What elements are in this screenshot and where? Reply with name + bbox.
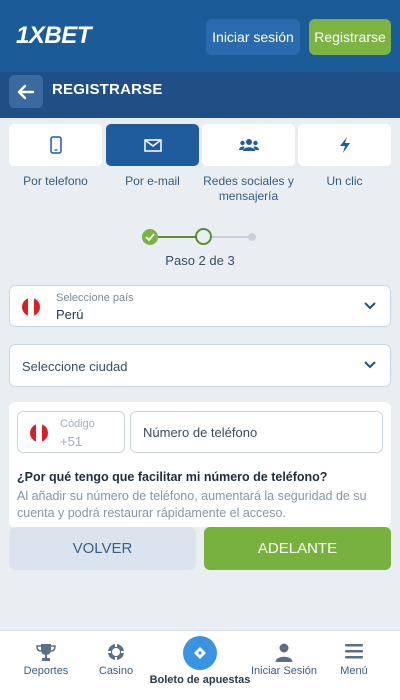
peru-flag-icon [22, 298, 40, 316]
register-button[interactable]: Registrarse [309, 19, 391, 55]
back-button[interactable] [9, 75, 43, 108]
bet-slip-button[interactable] [183, 636, 217, 670]
phone-why-text: Al añadir su número de teléfono, aumenta… [17, 489, 367, 520]
menu-icon [345, 644, 363, 659]
country-code-field[interactable]: Código +51 [17, 411, 125, 453]
step-1-complete [142, 229, 158, 245]
city-select[interactable]: Seleccione ciudad [9, 344, 391, 387]
tab-label-one-click[interactable]: Un clic [298, 174, 391, 189]
phone-why-title: ¿Por qué tengo que facilitar mi número d… [17, 470, 328, 484]
stepper-line-pending [212, 236, 250, 238]
logo[interactable]: 1XBET [16, 22, 91, 50]
page-title-bar: REGISTRARSE [0, 72, 400, 118]
chevron-down-icon [364, 302, 376, 310]
step-2-current [195, 228, 212, 245]
phone-number-field[interactable]: Número de teléfono [130, 411, 383, 453]
country-select[interactable]: Seleccione país Perú [9, 285, 391, 327]
page-title: REGISTRARSE [52, 81, 163, 98]
tab-email[interactable] [106, 124, 199, 166]
nav-item-menu[interactable]: Menú [322, 631, 386, 700]
login-button[interactable]: Iniciar sesión [206, 19, 300, 55]
tab-phone[interactable] [9, 124, 102, 166]
phone-card: Código +51 Número de teléfono ¿Por qué t… [9, 402, 391, 527]
nav-label-sports: Deportes [23, 665, 69, 677]
nav-label-bet-slip: Boleto de apuestas [149, 674, 251, 686]
country-select-label: Seleccione país [56, 292, 134, 304]
back-step-button[interactable]: VOLVER [9, 527, 196, 570]
city-select-placeholder: Seleccione ciudad [22, 359, 128, 374]
stepper-line-done [158, 236, 196, 238]
phone-number-placeholder: Número de teléfono [143, 425, 258, 440]
country-select-value: Perú [56, 307, 84, 322]
nav-label-menu: Menú [340, 665, 368, 677]
user-icon [275, 643, 293, 662]
nav-label-login: Iniciar Sesión [250, 665, 318, 677]
ticket-icon [194, 647, 206, 659]
nav-item-sports[interactable]: Deportes [4, 631, 88, 700]
next-step-button[interactable]: ADELANTE [204, 527, 391, 570]
chevron-down-icon [364, 361, 376, 369]
peru-flag-icon [30, 424, 48, 442]
lightning-icon [339, 137, 350, 153]
nav-item-login[interactable]: Iniciar Sesión [248, 631, 320, 700]
users-icon [238, 139, 259, 151]
phone-icon [49, 136, 62, 154]
step-3-pending [248, 233, 256, 241]
nav-item-casino[interactable]: Casino [78, 631, 154, 700]
tab-one-click[interactable] [298, 124, 391, 166]
trophy-icon [36, 644, 56, 661]
envelope-icon [143, 138, 162, 152]
top-header: 1XBET Iniciar sesión Registrarse [0, 0, 400, 72]
tab-label-social[interactable]: Redes sociales y mensajería [200, 174, 297, 204]
country-code-label: Código [60, 418, 95, 430]
tab-label-phone[interactable]: Por telefono [9, 174, 102, 189]
country-code-value: +51 [60, 434, 83, 449]
check-icon [145, 233, 155, 241]
nav-label-casino: Casino [98, 665, 134, 677]
tab-social[interactable] [202, 124, 295, 166]
arrow-left-icon [17, 84, 35, 99]
tab-label-email[interactable]: Por e-mail [106, 174, 199, 189]
casino-chip-icon [108, 644, 124, 660]
step-indicator-text: Paso 2 de 3 [165, 253, 235, 268]
